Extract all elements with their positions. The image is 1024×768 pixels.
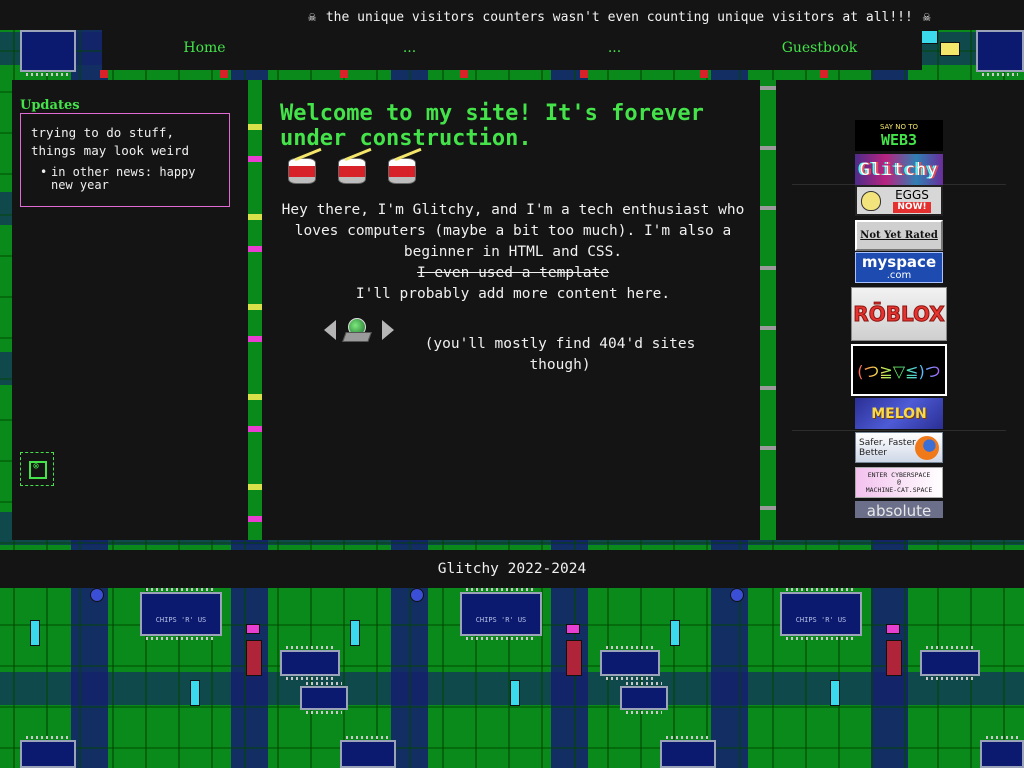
- button-text: RŌBLOX: [853, 302, 945, 327]
- nav-guestbook-link[interactable]: Guestbook: [717, 30, 922, 70]
- button-text: WEB3: [880, 131, 918, 149]
- welcome-heading: Welcome to my site! It's forever under c…: [280, 101, 704, 151]
- component-decoration: [30, 620, 40, 646]
- skull-icon: ☠: [922, 10, 931, 25]
- button-text: Safer, Faster,: [859, 437, 919, 448]
- button-text: Better: [859, 447, 888, 458]
- chip-decoration: [600, 646, 660, 680]
- webring-note: (you'll mostly find 404'd sites though): [424, 336, 696, 373]
- roblox-button[interactable]: RŌBLOX: [851, 287, 947, 341]
- component-decoration: [350, 620, 360, 646]
- webring-widget: [324, 316, 394, 344]
- button-text: myspace: [861, 252, 937, 271]
- nav-home-link[interactable]: Home: [102, 30, 307, 70]
- button-text: .com: [886, 269, 912, 281]
- chip-decoration: [20, 26, 76, 76]
- chip-decoration: [660, 736, 716, 768]
- updates-title: Updates: [20, 98, 80, 113]
- button-text: EGGS: [895, 188, 929, 202]
- cyberspace-button[interactable]: ENTER CYBERSPACE @ MACHINE-CAT.SPACE: [855, 467, 943, 498]
- button-text: Glitchy: [859, 159, 939, 180]
- component-decoration: [940, 42, 960, 56]
- button-text: MACHINE-CAT.SPACE: [865, 486, 933, 494]
- footer-text: Glitchy 2022-2024: [437, 561, 587, 577]
- component-decoration: [246, 624, 260, 634]
- firefox-button[interactable]: Safer, Faster, Better: [855, 432, 943, 463]
- button-text: (つ≧▽≦)つ: [857, 358, 941, 382]
- chip-decoration: [920, 646, 980, 680]
- button-text-group: EGGS NOW!: [883, 189, 941, 213]
- component-decoration: [730, 588, 744, 602]
- marquee-banner: ☠ the unique visitors counters wasn't ev…: [0, 0, 1024, 30]
- not-yet-rated-button[interactable]: Not Yet Rated: [855, 220, 943, 251]
- previous-arrow-icon[interactable]: [324, 320, 336, 340]
- right-sidebar: SAY NO TO WEB3 Glitchy EGGS NOW! Not Yet…: [776, 80, 1024, 540]
- chip-decoration: CHIPS 'R' US: [780, 588, 862, 640]
- chip-decoration: [980, 736, 1024, 768]
- eggs-button[interactable]: EGGS NOW!: [855, 185, 943, 216]
- updates-list: in other news: happy new year: [31, 166, 219, 192]
- drum-icon: [382, 147, 422, 186]
- intro-text: Hey there, I'm Glitchy, and I'm a tech e…: [280, 200, 746, 305]
- nav-placeholder-link[interactable]: ...: [307, 30, 512, 70]
- chip-decoration: [340, 736, 396, 768]
- component-decoration: [566, 640, 582, 676]
- next-arrow-icon[interactable]: [382, 320, 394, 340]
- button-text: absolute: [866, 502, 932, 518]
- component-decoration: [760, 80, 776, 540]
- chip-decoration: [620, 682, 668, 714]
- struck-text: I even used a template: [416, 265, 610, 281]
- button-text-group: Safer, Faster, Better: [856, 438, 919, 458]
- component-decoration: [246, 640, 262, 676]
- drums-decoration: [282, 147, 422, 186]
- firefox-icon: [915, 436, 939, 460]
- component-decoration: [248, 80, 262, 540]
- chip-decoration: CHIPS 'R' US: [140, 588, 222, 640]
- button-text: MELON: [871, 405, 927, 422]
- melon-button[interactable]: MELON: [855, 398, 943, 429]
- absolute-button[interactable]: absolute: [855, 501, 943, 518]
- component-decoration: [886, 640, 902, 676]
- left-sidebar: Updates trying to do stuff, things may l…: [12, 80, 248, 540]
- chip-decoration: [280, 646, 340, 680]
- component-decoration: [190, 680, 200, 706]
- component-decoration: [410, 588, 424, 602]
- component-decoration: [830, 680, 840, 706]
- button-text: Not Yet Rated: [860, 230, 938, 241]
- chip-decoration: [976, 26, 1024, 76]
- myspace-button[interactable]: myspace .com: [855, 252, 943, 283]
- updates-list-item: in other news: happy new year: [40, 166, 219, 192]
- updates-text: trying to do stuff, things may look weir…: [31, 125, 190, 158]
- component-decoration: [100, 70, 900, 78]
- component-decoration: [90, 588, 104, 602]
- nav-placeholder-link[interactable]: ...: [512, 30, 717, 70]
- button-text: NOW!: [893, 202, 931, 213]
- button-text: @: [897, 478, 901, 486]
- marquee-text: the unique visitors counters wasn't even…: [325, 10, 913, 25]
- web3-button[interactable]: SAY NO TO WEB3: [855, 120, 943, 151]
- component-decoration: [510, 680, 520, 706]
- component-decoration: [886, 624, 900, 634]
- drum-icon: [332, 147, 372, 186]
- globe-computer-icon[interactable]: [342, 316, 370, 344]
- egg-icon: [861, 191, 881, 211]
- sigil-icon: ⊗: [20, 452, 54, 486]
- more-content-text: I'll probably add more content here.: [355, 286, 671, 302]
- chip-decoration: CHIPS 'R' US: [460, 588, 542, 640]
- top-nav: Home ... ... Guestbook: [102, 30, 922, 70]
- chip-decoration: [300, 682, 348, 714]
- drum-icon: [282, 147, 322, 186]
- kaomoji-button[interactable]: (つ≧▽≦)つ: [851, 344, 947, 396]
- updates-box: trying to do stuff, things may look weir…: [20, 113, 230, 207]
- glitchy-button[interactable]: Glitchy: [855, 154, 943, 185]
- divider: [792, 430, 1006, 431]
- footer: Glitchy 2022-2024: [0, 550, 1024, 588]
- component-decoration: [566, 624, 580, 634]
- component-decoration: [670, 620, 680, 646]
- chip-decoration: [20, 736, 76, 768]
- main-content: Welcome to my site! It's forever under c…: [262, 80, 760, 540]
- intro-paragraph: Hey there, I'm Glitchy, and I'm a tech e…: [281, 202, 745, 260]
